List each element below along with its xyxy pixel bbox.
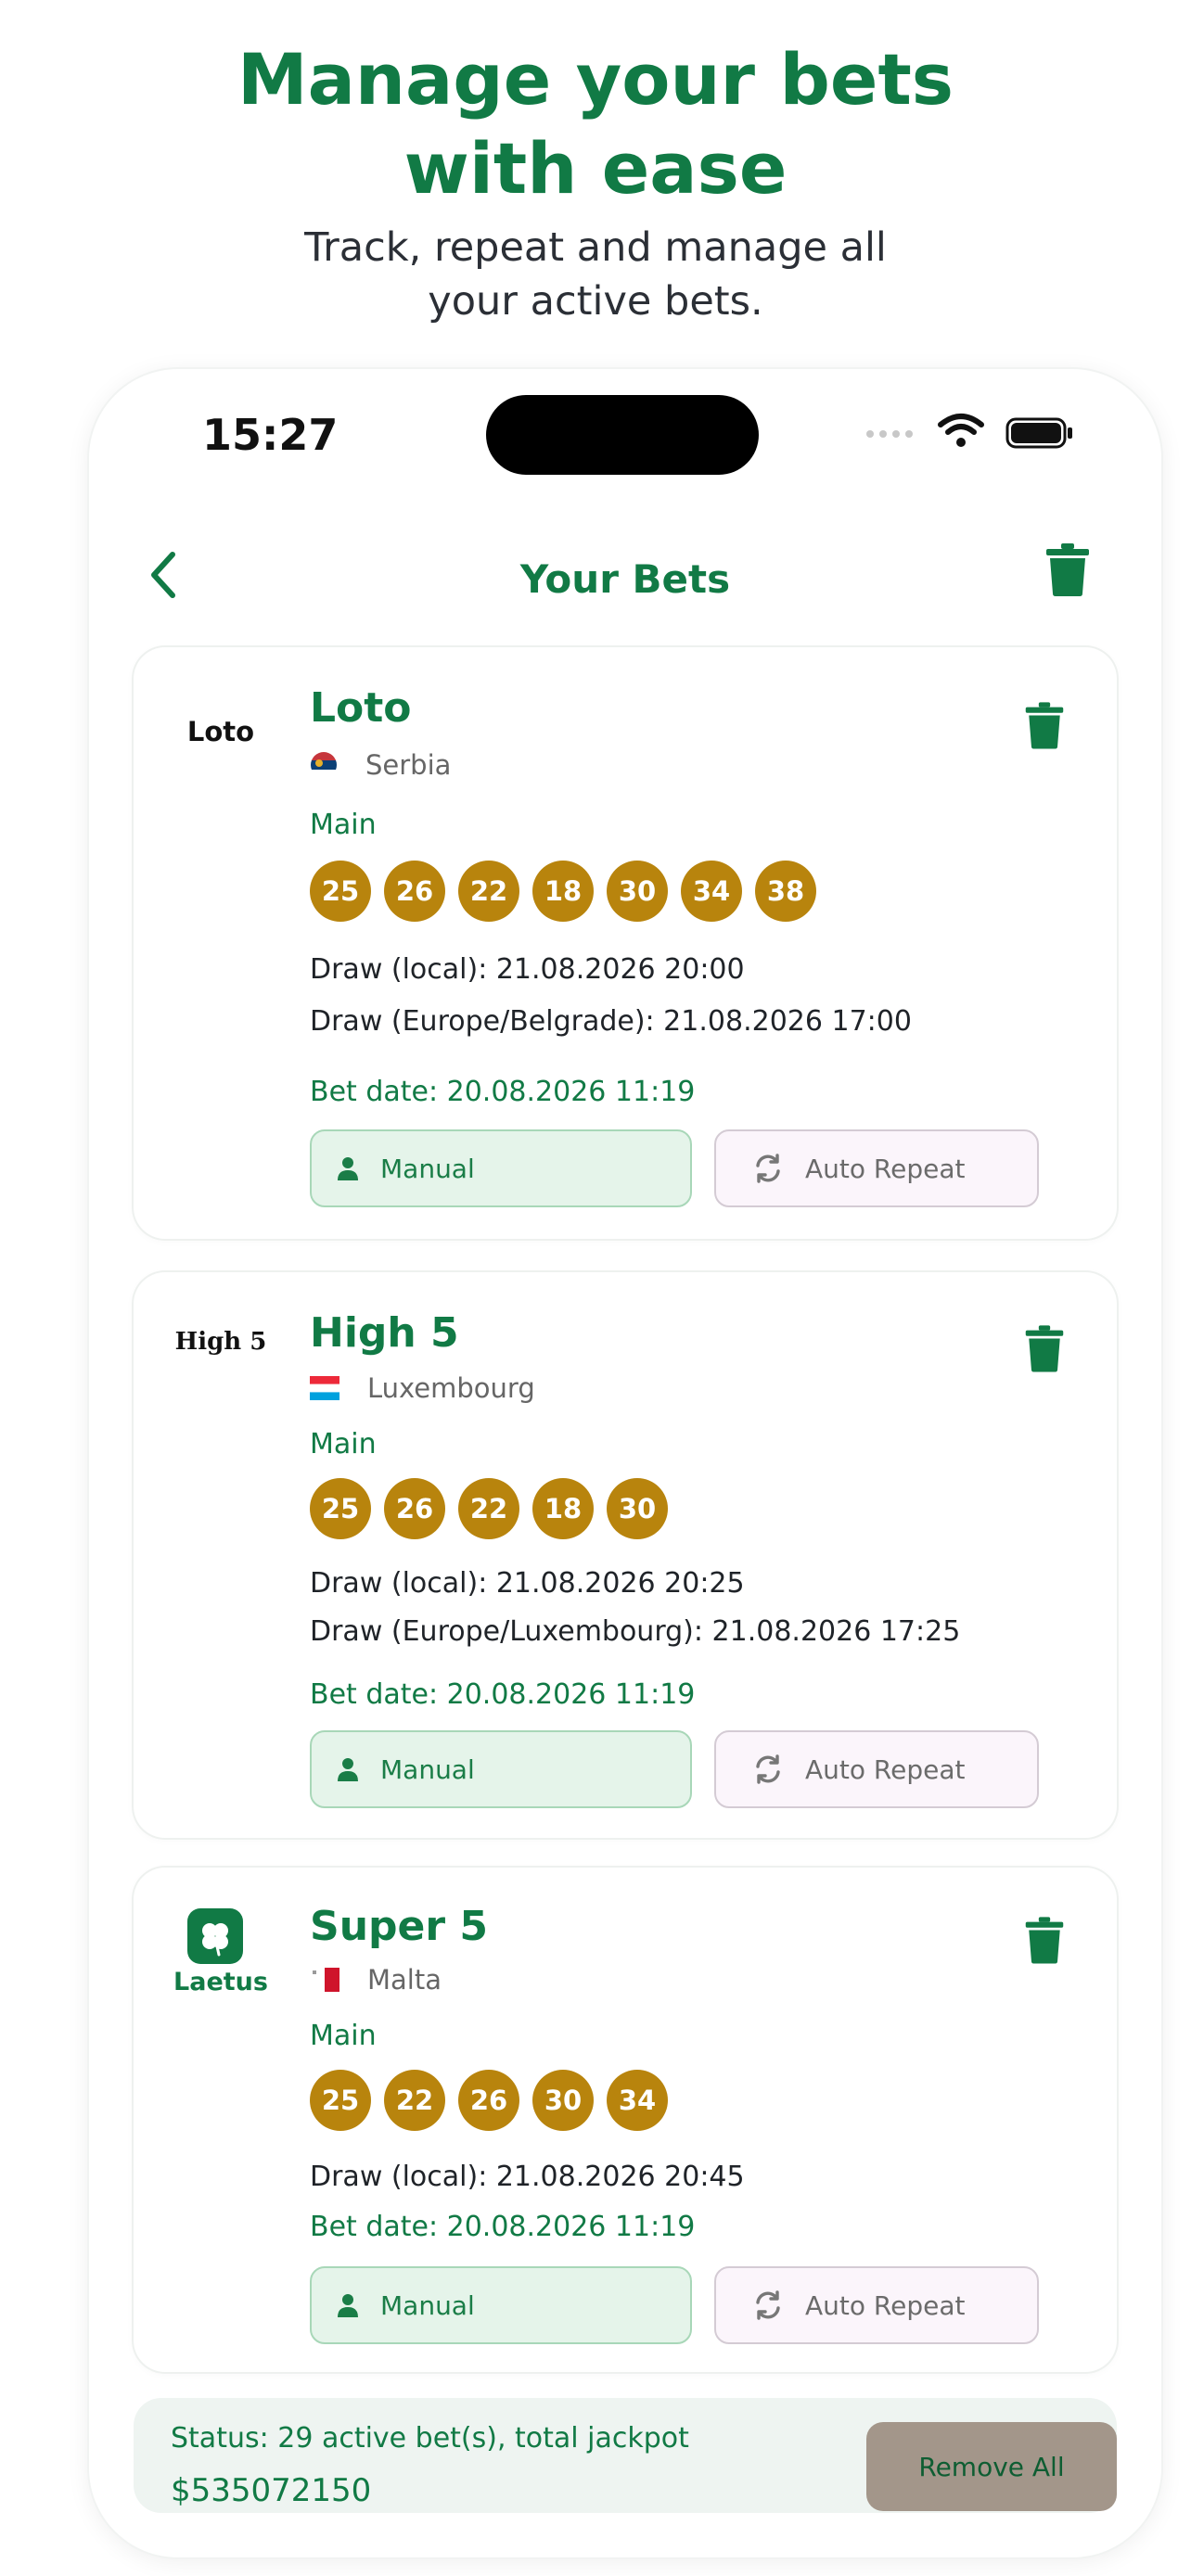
wifi-icon [938,414,984,447]
person-icon [336,1756,360,1782]
number-ball: 25 [310,2070,371,2131]
country-name: Luxembourg [367,1372,535,1404]
dynamic-island [486,395,759,475]
phone-frame: 15:27 Your Bets Loto Loto Serbia Main 25… [89,369,1161,2557]
number-ball: 30 [607,861,668,922]
trash-icon[interactable] [1024,1914,1065,1966]
number-ball: 34 [607,2070,668,2131]
bet-date: Bet date: 20.08.2026 11:19 [310,1076,696,1108]
number-ball: 38 [755,861,816,922]
hero-subtitle: Track, repeat and manage all your active… [0,221,1191,328]
bet-card-super5: Laetus Super 5 Malta Main 25 22 26 30 34… [134,1868,1117,2372]
hero-title-line2: with ease [403,127,788,210]
number-ball: 30 [532,2070,594,2131]
manual-label: Manual [380,1753,475,1785]
country-row: Serbia [310,749,451,781]
battery-icon [1005,417,1072,449]
malta-flag-icon [310,1968,339,1992]
serbia-flag-icon [311,752,337,778]
hero-subtitle-line1: Track, repeat and manage all [304,224,887,271]
number-ball: 34 [681,861,742,922]
draw-local: Draw (local): 21.08.2026 20:25 [310,1567,745,1600]
repeat-icon [751,1753,785,1786]
bet-date: Bet date: 20.08.2026 11:19 [310,2211,696,2243]
manual-button[interactable]: Manual [310,1730,692,1808]
number-ball: 30 [607,1478,668,1539]
number-ball: 18 [532,1478,594,1539]
lottery-name: Super 5 [310,1903,488,1950]
number-ball: 18 [532,861,594,922]
status-text: Status: 29 active bet(s), total jackpot [171,2422,689,2455]
manual-label: Manual [380,2289,475,2321]
auto-repeat-button[interactable]: Auto Repeat [714,1730,1039,1808]
auto-repeat-button[interactable]: Auto Repeat [714,1129,1039,1207]
page-title: Your Bets [519,556,731,602]
auto-repeat-label: Auto Repeat [805,2289,966,2321]
repeat-icon [751,1152,785,1185]
clover-logo-icon [187,1908,243,1964]
bet-card-loto: Loto Loto Serbia Main 25 26 22 18 30 34 … [134,647,1117,1239]
luxembourg-flag-icon [310,1376,339,1400]
trash-icon[interactable] [1024,699,1065,751]
person-icon [336,1155,360,1181]
number-ball: 26 [384,861,445,922]
hero-title-line1: Manage your bets [237,38,954,121]
number-balls: 25 22 26 30 34 [310,2070,668,2131]
lottery-logo-laetus: Laetus [173,1968,268,1996]
draw-timezone: Draw (Europe/Belgrade): 21.08.2026 17:00 [310,1005,912,1038]
manual-button[interactable]: Manual [310,1129,692,1207]
draw-local: Draw (local): 21.08.2026 20:00 [310,953,745,986]
nav-bar: Your Bets [89,517,1161,647]
total-jackpot: $535072150 [171,2472,372,2509]
numbers-label: Main [310,809,377,841]
remove-all-button[interactable]: Remove All [866,2422,1117,2511]
number-ball: 22 [384,2070,445,2131]
bet-card-high5: High 5 High 5 Luxembourg Main 25 26 22 1… [134,1272,1117,1838]
auto-repeat-label: Auto Repeat [805,1753,966,1785]
status-time: 15:27 [202,410,339,460]
lottery-name: High 5 [310,1309,459,1357]
number-ball: 22 [458,1478,519,1539]
lottery-logo-loto: Loto [186,716,255,747]
manual-label: Manual [380,1153,475,1184]
repeat-icon [751,2289,785,2322]
numbers-label: Main [310,1428,377,1460]
number-ball: 22 [458,861,519,922]
country-name: Serbia [365,749,452,781]
status-summary: Status: 29 active bet(s), total jackpot … [134,2398,1117,2513]
country-row: Malta [310,1964,442,1996]
hero-title: Manage your bets with ease [0,35,1191,213]
draw-timezone: Draw (Europe/Luxembourg): 21.08.2026 17:… [310,1615,961,1648]
country-name: Malta [367,1964,442,1996]
number-ball: 26 [384,1478,445,1539]
draw-local: Draw (local): 21.08.2026 20:45 [310,2161,745,2193]
numbers-label: Main [310,2020,377,2052]
trash-icon[interactable] [1024,1322,1065,1374]
lottery-logo-high5: High 5 [174,1328,267,1356]
number-ball: 25 [310,861,371,922]
number-balls: 25 26 22 18 30 [310,1478,668,1539]
person-icon [336,2292,360,2318]
number-ball: 26 [458,2070,519,2131]
bet-date: Bet date: 20.08.2026 11:19 [310,1678,696,1711]
auto-repeat-button[interactable]: Auto Repeat [714,2266,1039,2344]
cellular-signal-icon [866,430,913,438]
auto-repeat-label: Auto Repeat [805,1153,966,1184]
country-row: Luxembourg [310,1372,535,1404]
hero-subtitle-line2: your active bets. [428,278,763,325]
number-balls: 25 26 22 18 30 34 38 [310,861,816,922]
manual-button[interactable]: Manual [310,2266,692,2344]
number-ball: 25 [310,1478,371,1539]
delete-all-trash-icon[interactable] [1044,542,1091,597]
lottery-name: Loto [310,684,412,732]
